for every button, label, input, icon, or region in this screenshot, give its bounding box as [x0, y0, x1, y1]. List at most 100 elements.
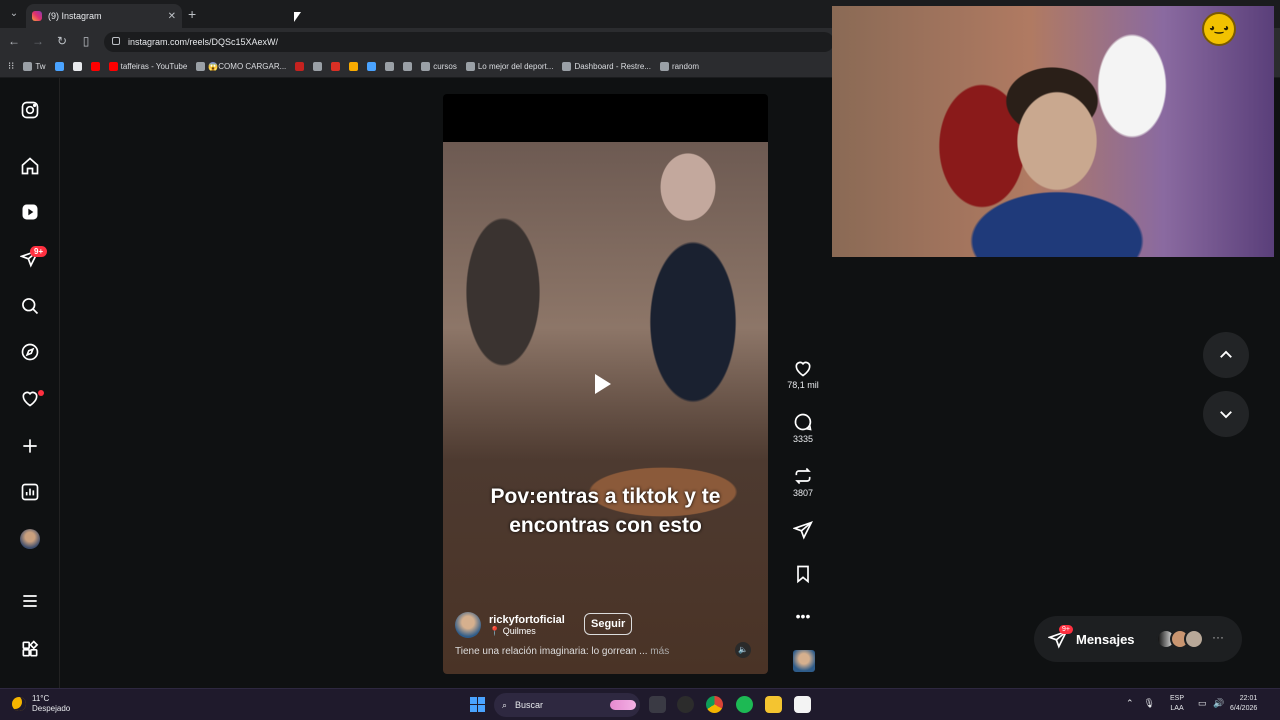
follow-button[interactable]: Seguir	[584, 613, 633, 635]
bookmark-favicon-icon	[367, 62, 377, 71]
spotify-icon[interactable]	[736, 696, 753, 713]
bookmark-item[interactable]	[403, 62, 413, 71]
mute-icon[interactable]: 🔈	[735, 642, 751, 658]
bookmark-icon[interactable]	[793, 564, 813, 584]
location-label[interactable]: 📍 Quilmes	[489, 626, 565, 637]
save-action[interactable]	[783, 564, 823, 584]
search-icon[interactable]	[18, 294, 42, 318]
comment-count: 3335	[792, 434, 814, 444]
instagram-logo-icon[interactable]	[18, 98, 42, 122]
play-icon[interactable]	[595, 374, 611, 394]
bookmark-favicon-icon	[295, 62, 305, 71]
obs-icon[interactable]	[677, 696, 694, 713]
mouse-cursor	[294, 12, 301, 22]
heart-icon[interactable]	[793, 358, 813, 378]
microsoft-store-icon[interactable]	[794, 696, 811, 713]
task-view-icon[interactable]	[649, 696, 666, 713]
apps-icon[interactable]: ⁝⁝	[8, 61, 14, 72]
dashboard-icon[interactable]	[18, 480, 42, 504]
tab-close-icon[interactable]: ✕	[168, 11, 176, 22]
repost-icon[interactable]	[793, 466, 813, 486]
address-bar[interactable]: instagram.com/reels/DQSc15XAexW/	[104, 32, 834, 52]
network-icon[interactable]: ▭	[1198, 698, 1207, 709]
bookmark-label: 😱COMO CARGAR...	[208, 62, 287, 71]
bookmark-favicon-icon	[421, 62, 431, 71]
video-caption: Pov:entras a tiktok y te encontras con e…	[453, 482, 758, 540]
description-text: Tiene una relación imaginaria: lo gorrea…	[455, 646, 648, 657]
language-code: ESP	[1170, 695, 1185, 702]
more-link[interactable]: más	[650, 646, 669, 657]
bookmark-item[interactable]	[295, 62, 305, 71]
time: 22:01	[1239, 695, 1258, 702]
share-icon[interactable]	[793, 520, 813, 540]
new-tab-icon[interactable]: +	[188, 6, 196, 22]
language-indicator[interactable]: ESP LAA	[1170, 694, 1184, 714]
chrome-icon[interactable]	[706, 696, 723, 713]
author-avatar[interactable]	[455, 612, 481, 638]
taskbar-clock[interactable]: 22:01 6/4/2026	[1230, 694, 1257, 714]
messages-more-icon[interactable]: ···	[1212, 630, 1224, 644]
bookmark-favicon-icon	[331, 62, 341, 71]
more-options-icon[interactable]: •••	[783, 608, 823, 624]
create-icon[interactable]	[18, 434, 42, 458]
back-icon[interactable]: ←	[6, 34, 22, 48]
bookmark-item[interactable]: Dashboard - Restre...	[562, 62, 651, 71]
bookmark-favicon-icon	[54, 62, 64, 71]
previous-reel-button[interactable]	[1203, 332, 1249, 378]
bookmark-label: Dashboard - Restre...	[574, 62, 651, 71]
bookmark-item[interactable]	[331, 62, 341, 71]
author-username[interactable]: rickyfortoficial	[489, 614, 565, 626]
bookmark-label: Tw	[35, 62, 46, 71]
messages-unread-badge: 9+	[1059, 625, 1073, 634]
explore-icon[interactable]	[18, 340, 42, 364]
volume-icon[interactable]: 🔊	[1213, 698, 1224, 709]
messages-button[interactable]: 9+ Mensajes ···	[1034, 616, 1242, 662]
menu-icon[interactable]	[18, 589, 42, 613]
reload-icon[interactable]: ↻	[54, 34, 70, 48]
bookmark-item[interactable]: Tw	[23, 62, 46, 71]
bookmark-item[interactable]	[90, 62, 100, 71]
bookmark-item[interactable]: random	[659, 62, 700, 71]
forward-icon[interactable]: →	[30, 34, 46, 48]
bookmark-item[interactable]: taffeiras - YouTube	[108, 62, 187, 71]
like-count: 78,1 mil	[787, 380, 819, 390]
weather-widget[interactable]: 11°C Despejado	[12, 694, 70, 714]
microphone-icon[interactable]: 🎙	[1144, 698, 1155, 709]
bookmark-label: random	[671, 62, 700, 71]
next-reel-button[interactable]	[1203, 391, 1249, 437]
video-frame	[443, 142, 768, 674]
windows-taskbar: 11°C Despejado ⌕ Buscar ⌃ 🎙 ESP LAA ▭ 🔊 …	[0, 688, 1280, 720]
bookmark-item[interactable]: cursos	[421, 62, 457, 71]
like-action[interactable]: 78,1 mil	[783, 358, 823, 390]
tray-expand-icon[interactable]: ⌃	[1126, 698, 1134, 709]
bookmark-item[interactable]	[72, 62, 82, 71]
comment-action[interactable]: 3335	[783, 412, 823, 444]
comment-icon[interactable]	[793, 412, 813, 432]
bookmark-item[interactable]	[313, 62, 323, 71]
file-explorer-icon[interactable]	[765, 696, 782, 713]
system-tray: ⌃ 🎙	[1126, 698, 1155, 709]
repost-action[interactable]: 3807	[783, 466, 823, 498]
site-info-icon[interactable]	[112, 37, 120, 45]
bookmark-item[interactable]	[385, 62, 395, 71]
browser-tab[interactable]: (9) Instagram ✕	[26, 4, 182, 28]
sidepanel-icon[interactable]: ▯	[78, 34, 94, 48]
bookmark-item[interactable]	[367, 62, 377, 71]
audio-thumbnail[interactable]	[793, 650, 815, 672]
taskbar-search[interactable]: ⌕ Buscar	[494, 693, 640, 717]
profile-avatar[interactable]	[20, 529, 40, 549]
bookmark-item[interactable]	[54, 62, 64, 71]
more-apps-icon[interactable]	[18, 637, 42, 661]
bookmark-item[interactable]	[349, 62, 359, 71]
reels-icon[interactable]	[18, 200, 42, 224]
bookmark-favicon-icon	[465, 62, 475, 71]
home-icon[interactable]	[18, 154, 42, 178]
windows-start-icon[interactable]	[470, 697, 485, 712]
message-avatar	[1184, 629, 1204, 649]
share-action[interactable]	[783, 520, 823, 540]
reel-video[interactable]: Pov:entras a tiktok y te encontras con e…	[443, 94, 768, 674]
bookmark-item[interactable]: 😱COMO CARGAR...	[196, 62, 286, 71]
bookmark-item[interactable]: Lo mejor del deport...	[465, 62, 553, 71]
bookmark-favicon-icon	[23, 62, 33, 71]
tab-search-icon[interactable]: ⌄	[6, 6, 22, 22]
